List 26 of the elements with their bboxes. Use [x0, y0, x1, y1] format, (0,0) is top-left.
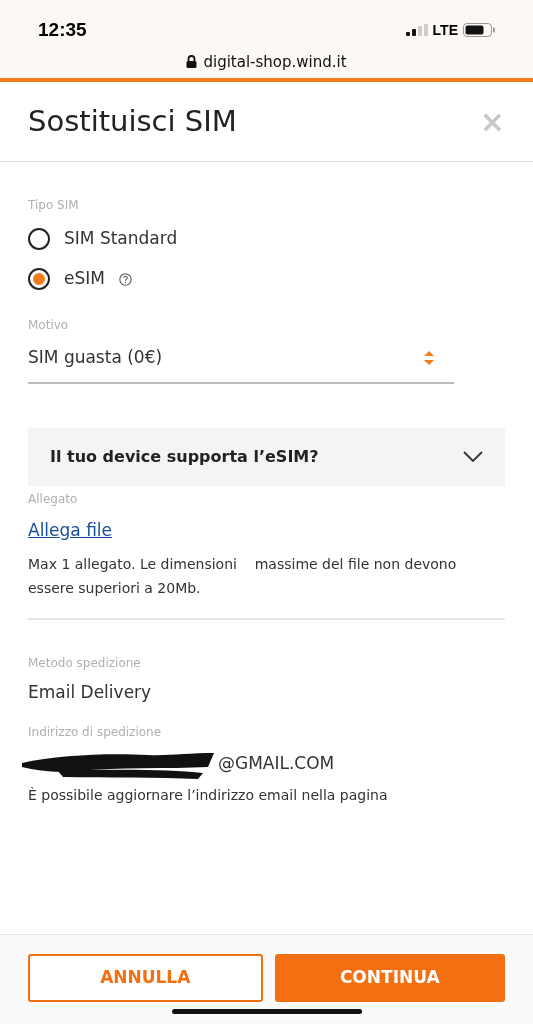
email-note: È possibile aggiornare l’indirizzo email nella pagina	[28, 786, 389, 805]
radio-label: SIM Standard	[64, 227, 178, 251]
help-icon[interactable]	[118, 272, 132, 286]
field-label: Allegato	[28, 491, 79, 508]
network-label: LTE	[432, 20, 458, 40]
modal-title: Sostituisci SIM	[28, 102, 237, 140]
radio-label: eSIM	[64, 267, 105, 291]
radio-button[interactable]	[28, 268, 50, 290]
url-text[interactable]: digital-shop.wind.it	[203, 50, 347, 73]
attachment-note: Max 1 allegato. Le dimensioni massime del file non devono essere superiori a 20Mb.	[28, 554, 458, 598]
battery-icon	[463, 23, 495, 38]
field-label: Indirizzo di spedizione	[28, 724, 163, 741]
field-label: Tipo SIM	[28, 197, 80, 214]
shipping-method: Email Delivery	[28, 680, 153, 704]
radio-button[interactable]	[28, 228, 50, 250]
field-label: Metodo spedizione	[28, 654, 142, 672]
signal-icon	[405, 24, 428, 37]
attach-file-link[interactable]: Allega file	[28, 518, 505, 544]
email-address: @GMAIL.COM	[218, 752, 335, 776]
field-label: Motivo	[28, 317, 70, 334]
chevron-icon	[463, 451, 483, 463]
lock-icon	[186, 55, 198, 69]
clock: 12:35	[38, 18, 87, 42]
reason-select[interactable]: SIM guasta (0€)	[28, 334, 454, 384]
accordion-header[interactable]: Il tuo device supporta l’eSIM?	[28, 428, 505, 486]
sort-caret-icon	[424, 351, 434, 365]
